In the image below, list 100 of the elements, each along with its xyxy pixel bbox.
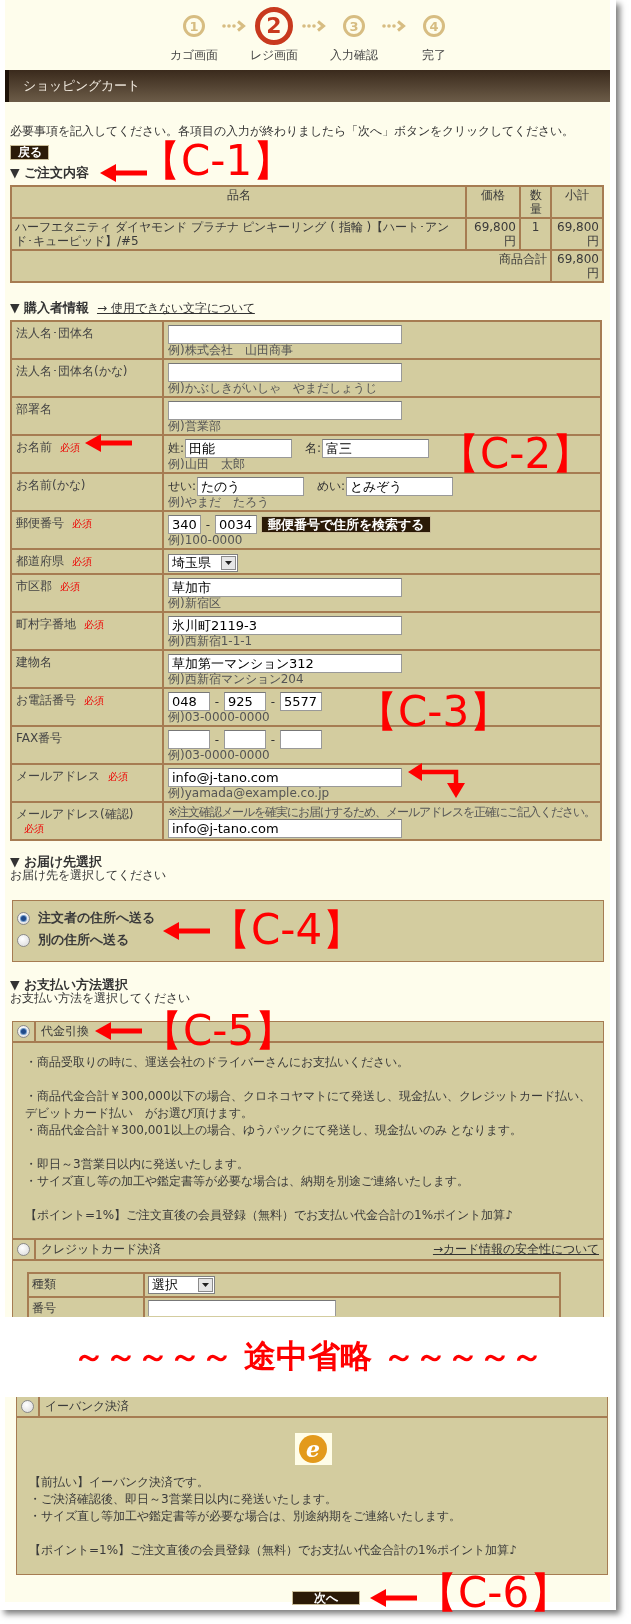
example-text: 例)山田 太郎: [168, 458, 246, 471]
cart-header-bar: ショッピングカート: [5, 70, 610, 102]
payment-note-line: ・商品代金合計￥300,001以上の場合、ゆうパックにて発送し、現金払いのみ となります。: [25, 1122, 524, 1139]
radio-button[interactable]: [17, 911, 30, 925]
payment-note-line: ・サイズ直し等の加工や鑑定書等が必要な場合は、納期を別途ご連絡いたします。: [25, 1173, 470, 1190]
address-search-button[interactable]: 郵便番号で住所を検索する: [261, 516, 431, 533]
text-input[interactable]: 0034: [215, 515, 257, 534]
column-header: 小計: [551, 186, 603, 218]
field-label: 都道府県: [16, 554, 64, 568]
unusable-characters-link[interactable]: → 使用できない文字について: [96, 301, 255, 315]
example-text: 例)やまだ たろう: [168, 496, 270, 509]
text-input[interactable]: info@j-tano.com: [168, 768, 402, 787]
example-text: 例)かぶしきがいしゃ やまだしょうじ: [168, 382, 378, 395]
text-input[interactable]: たのう: [197, 477, 305, 496]
left-arrow-icon: [95, 1022, 142, 1040]
back-button[interactable]: 戻る: [10, 145, 49, 160]
radio-button[interactable]: [17, 1243, 30, 1256]
step-label: 入力確認: [330, 48, 378, 62]
step-number: 1: [183, 15, 205, 37]
radio-button[interactable]: [17, 1025, 30, 1038]
payment-method-label[interactable]: 代金引換: [41, 1023, 89, 1040]
text-input[interactable]: 富三: [322, 439, 430, 458]
section-heading: ▼ ご注文内容: [10, 165, 89, 180]
left-arrow-icon: [163, 922, 210, 940]
radio-button[interactable]: [21, 1400, 34, 1413]
annotation-label: 【C-4】: [209, 909, 365, 951]
dotted-arrow-icon: [382, 20, 406, 32]
price-cell: 69,800円: [466, 218, 520, 250]
column-header: 数量: [520, 186, 551, 218]
step-number: 3: [343, 15, 365, 37]
text-input[interactable]: 田能: [185, 439, 293, 458]
field-label: お電話番号: [16, 693, 76, 707]
column-header: 価格: [466, 186, 520, 218]
annotation-label: 【C-6】: [416, 1572, 572, 1614]
payment-note-line: ・商品受取りの時に、運送会社のドライバーさんにお支払いください。: [25, 1054, 410, 1071]
separator-dash: -: [269, 732, 277, 747]
text-input[interactable]: 草加市: [168, 578, 402, 597]
text-input[interactable]: 草加第一マンション312: [168, 654, 402, 673]
option-label[interactable]: 別の住所へ送る: [38, 931, 129, 949]
field-label: FAX番号: [16, 731, 63, 745]
text-input[interactable]: 5577: [280, 692, 322, 711]
example-text: 例)西新宿マンション204: [168, 673, 305, 686]
text-input[interactable]: [168, 401, 402, 420]
instruction-text: 必要事項を記入してください。各項目の入力が終わりましたら「次へ」ボタンをクリックしてください。: [10, 124, 574, 138]
card-security-link[interactable]: →カード情報の安全性について: [432, 1241, 599, 1258]
field-label: お名前(かな): [16, 478, 86, 492]
next-button[interactable]: 次へ: [292, 1591, 360, 1605]
section-heading: ▼ お支払い方法選択: [10, 977, 128, 992]
required-mark: 必須: [84, 695, 104, 706]
option-label[interactable]: 注文者の住所へ送る: [38, 909, 155, 927]
dotted-arrow-icon: [302, 20, 326, 32]
dropdown-select[interactable]: 選択: [148, 1276, 215, 1294]
payment-method-label[interactable]: クレジットカード決済: [41, 1241, 161, 1258]
section-subtitle: お届け先を選択してください: [10, 869, 166, 882]
quantity-cell: 1: [520, 218, 551, 250]
bank-logo: e: [294, 1433, 332, 1465]
required-mark: 必須: [84, 619, 104, 630]
text-input[interactable]: [224, 730, 266, 749]
dotted-arrow-icon: [222, 20, 246, 32]
payment-method-label[interactable]: イーバンク決済: [45, 1398, 129, 1415]
payment-note-line: 【前払い】イーバンク決済です。: [29, 1474, 210, 1491]
dropdown-select[interactable]: 埼玉県: [168, 553, 238, 572]
text-input[interactable]: [280, 730, 322, 749]
total-cell: 69,800円: [551, 250, 603, 282]
field-label: 法人名･団体名(かな): [16, 364, 128, 378]
field-note: ※注文確認メールを確実にお届けするため、メールアドレスを正確にご記入ください。: [168, 806, 596, 819]
text-input[interactable]: [168, 730, 210, 749]
left-arrow-icon: [85, 434, 132, 452]
text-input[interactable]: [168, 363, 402, 382]
field-label: お名前: [16, 440, 52, 454]
input-prefix-label: せい:: [168, 478, 197, 495]
radio-button[interactable]: [17, 933, 30, 947]
text-input[interactable]: 048: [168, 692, 210, 711]
example-text: 例)03-0000-0000: [168, 749, 271, 762]
text-input[interactable]: [148, 1300, 336, 1316]
text-input[interactable]: とみぞう: [346, 477, 454, 496]
text-input[interactable]: 340: [168, 515, 201, 534]
text-input[interactable]: [168, 325, 402, 344]
field-label: 部署名: [16, 402, 52, 416]
example-text: 例)03-0000-0000: [168, 711, 271, 724]
annotation-label: 【C-1】: [139, 140, 295, 182]
product-name-cell: ハーフエタニティ ダイヤモンド プラチナ ピンキーリング ( 指輪 )【ハート･アンド･キューピッド】/#5: [11, 218, 466, 250]
step-label: カゴ画面: [170, 48, 218, 62]
separator-dash: -: [269, 694, 277, 709]
section-heading: ▼ お届け先選択: [10, 854, 102, 869]
field-label: 市区郡: [16, 579, 52, 593]
input-prefix-label: 名:: [305, 440, 322, 457]
text-input[interactable]: 氷川町2119-3: [168, 616, 402, 635]
section-heading: ▼ 購入者情報: [10, 300, 89, 315]
example-text: 例)営業部: [168, 420, 222, 433]
required-mark: 必須: [60, 581, 80, 592]
text-input[interactable]: info@j-tano.com: [168, 819, 402, 838]
payment-note-line: ・ご決済確認後、即日～3営業日以内に発送いたします。: [29, 1491, 338, 1508]
separator-dash: -: [213, 732, 221, 747]
example-text: 例)株式会社 山田商事: [168, 344, 294, 357]
example-text: 例)西新宿1-1-1: [168, 635, 254, 648]
text-input[interactable]: 925: [224, 692, 266, 711]
annotation-label: 【C-5】: [141, 1010, 297, 1052]
step-label: 完了: [422, 48, 446, 62]
field-label: 町村字番地: [16, 617, 76, 631]
